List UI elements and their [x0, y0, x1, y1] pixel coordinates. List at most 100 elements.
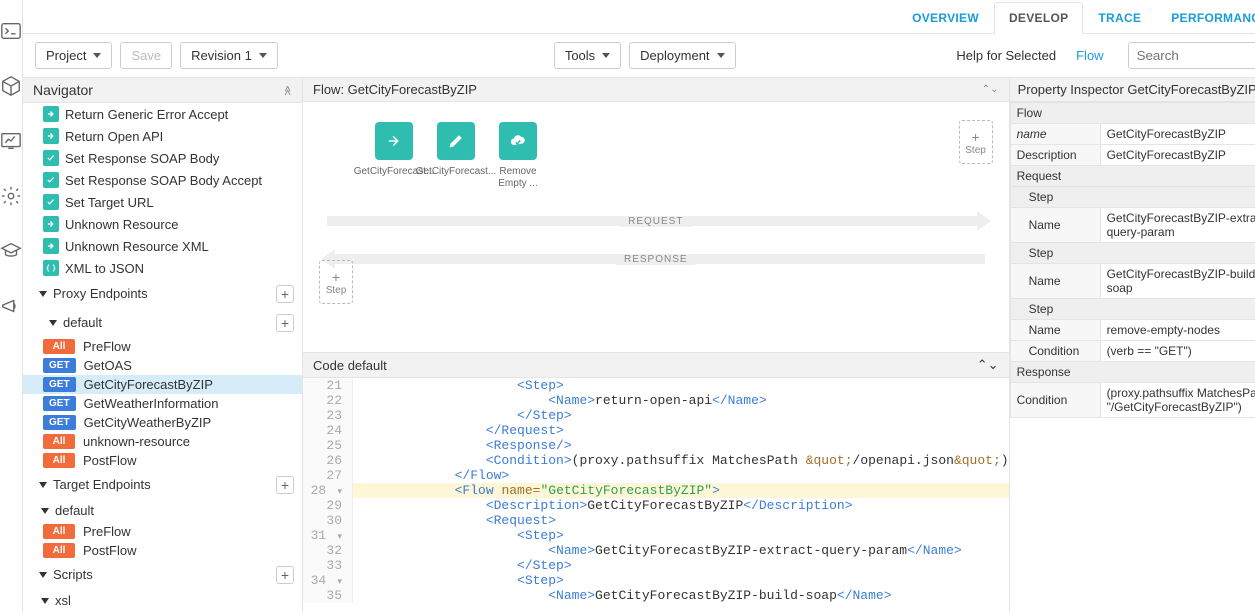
proxy-endpoints-section[interactable]: Proxy Endpoints: [31, 282, 156, 305]
flow-header: Flow: GetCityForecastByZIP ⌃⌄: [303, 78, 1009, 102]
collapse-code-icon[interactable]: ⌃⌄: [977, 357, 999, 373]
code-line[interactable]: 31 ▾ <Step>: [303, 528, 1009, 543]
deployment-menu[interactable]: Deployment: [629, 42, 735, 69]
policy-label: Unknown Resource XML: [65, 239, 209, 254]
analytics-icon[interactable]: [0, 130, 22, 155]
code-line[interactable]: 27 </Flow>: [303, 468, 1009, 483]
save-button[interactable]: Save: [120, 42, 172, 69]
code-line[interactable]: 29 <Description>GetCityForecastByZIP</De…: [303, 498, 1009, 513]
proxy-flow-item[interactable]: GET GetOAS: [23, 356, 302, 375]
code-line[interactable]: 21 <Step>: [303, 378, 1009, 393]
policy-item[interactable]: Set Target URL: [23, 191, 302, 213]
policy-item[interactable]: XML to JSON: [23, 257, 302, 279]
revision-menu[interactable]: Revision 1: [180, 42, 278, 69]
inspector-value: (verb == "GET"): [1100, 341, 1255, 362]
tab-trace[interactable]: TRACE: [1083, 2, 1156, 33]
proxy-flow-item[interactable]: All PostFlow: [23, 451, 302, 470]
code-editor[interactable]: 21 <Step> 22 <Name>return-open-api</Name…: [303, 378, 1009, 612]
add-step-request[interactable]: +Step: [959, 120, 993, 164]
inspector-value: GetCityForecastByZIP-build-soap: [1100, 264, 1255, 299]
add-button[interactable]: +: [276, 476, 294, 494]
code-line[interactable]: 34 ▾ <Step>: [303, 573, 1009, 588]
code-line[interactable]: 35 <Name>GetCityForecastByZIP-build-soap…: [303, 588, 1009, 603]
proxy-flow-item[interactable]: GET GetCityForecastByZIP: [23, 375, 302, 394]
inspector-section: Request: [1010, 166, 1255, 187]
inspector-key: Description: [1010, 145, 1100, 166]
search-input[interactable]: [1128, 42, 1255, 69]
policy-icon: [43, 216, 59, 232]
announce-icon[interactable]: [0, 295, 22, 320]
tab-overview[interactable]: OVERVIEW: [897, 2, 994, 33]
inspector-row: Name GetCityForecastByZIP-build-soap: [1010, 264, 1255, 299]
policy-item[interactable]: Unknown Resource: [23, 213, 302, 235]
proxy-flow-item[interactable]: All PreFlow: [23, 337, 302, 356]
proxy-flow-item[interactable]: All unknown-resource: [23, 432, 302, 451]
policy-item[interactable]: Set Response SOAP Body Accept: [23, 169, 302, 191]
gear-icon[interactable]: [0, 185, 22, 210]
policy-item[interactable]: Unknown Resource XML: [23, 235, 302, 257]
code-line[interactable]: 26 <Condition>(proxy.pathsuffix MatchesP…: [303, 453, 1009, 468]
collapse-flow-icon[interactable]: ⌃⌄: [982, 84, 999, 95]
center-panel: Flow: GetCityForecastByZIP ⌃⌄ GetCityFor…: [303, 78, 1010, 612]
flow-name: PreFlow: [83, 524, 131, 539]
inspector-row: Condition (proxy.pathsuffix MatchesPath …: [1010, 383, 1255, 418]
policy-label: Set Target URL: [65, 195, 154, 210]
proxy-default[interactable]: default: [31, 311, 110, 334]
tab-develop[interactable]: DEVELOP: [994, 2, 1083, 34]
policy-item[interactable]: Return Open API: [23, 125, 302, 147]
inspector-value: GetCityForecastByZIP: [1100, 124, 1255, 145]
code-line[interactable]: 30 <Request>: [303, 513, 1009, 528]
package-icon[interactable]: [0, 75, 22, 100]
target-endpoints-section[interactable]: Target Endpoints: [31, 473, 159, 496]
policy-step[interactable]: GetCityForecast...: [431, 122, 481, 190]
target-default[interactable]: default: [23, 499, 302, 522]
flow-name: unknown-resource: [83, 434, 190, 449]
code-line[interactable]: 33 </Step>: [303, 558, 1009, 573]
inspector-key: Name: [1010, 264, 1100, 299]
method-badge: All: [43, 453, 75, 468]
add-step-response[interactable]: +Step: [319, 260, 353, 304]
add-button[interactable]: +: [276, 566, 294, 584]
code-line[interactable]: 22 <Name>return-open-api</Name>: [303, 393, 1009, 408]
policy-icon: [43, 150, 59, 166]
navigator-header: Navigator ≪: [23, 78, 302, 103]
code-line[interactable]: 28 ▾ <Flow name="GetCityForecastByZIP">: [303, 483, 1009, 498]
proxy-flow-item[interactable]: GET GetCityWeatherByZIP: [23, 413, 302, 432]
target-flow-item[interactable]: All PostFlow: [23, 541, 302, 560]
code-line[interactable]: 24 </Request>: [303, 423, 1009, 438]
policy-label: Unknown Resource: [65, 217, 178, 232]
xsl-folder[interactable]: xsl: [23, 589, 302, 612]
policy-step[interactable]: GetCityForecast...: [369, 122, 419, 190]
inspector-key: Condition: [1010, 383, 1100, 418]
add-button[interactable]: +: [276, 285, 294, 303]
policy-label: Set Response SOAP Body: [65, 151, 219, 166]
flow-name: GetCityWeatherByZIP: [84, 415, 212, 430]
inspector-row: Condition (verb == "GET"): [1010, 341, 1255, 362]
policy-step-icon: [375, 122, 413, 160]
policy-item[interactable]: Return Generic Error Accept: [23, 103, 302, 125]
policy-label: Set Response SOAP Body Accept: [65, 173, 262, 188]
collapse-navigator-icon[interactable]: ≪: [281, 85, 292, 95]
inspector-row: Name remove-empty-nodes: [1010, 320, 1255, 341]
tools-menu[interactable]: Tools: [554, 42, 621, 69]
policy-step[interactable]: RemoveEmpty ...: [493, 122, 543, 190]
inspector-value: GetCityForecastByZIP: [1100, 145, 1255, 166]
flow-help-link[interactable]: Flow: [1076, 48, 1103, 63]
policy-step-icon: [437, 122, 475, 160]
tab-performance[interactable]: PERFORMANCE: [1156, 2, 1255, 33]
add-button[interactable]: +: [276, 314, 294, 332]
code-header: Code default ⌃⌄: [303, 352, 1009, 378]
proxy-flow-item[interactable]: GET GetWeatherInformation: [23, 394, 302, 413]
terminal-icon[interactable]: [0, 20, 22, 45]
inspector-section: Step: [1010, 243, 1255, 264]
scripts-section[interactable]: Scripts: [31, 563, 101, 586]
project-menu[interactable]: Project: [35, 42, 112, 69]
code-line[interactable]: 32 <Name>GetCityForecastByZIP-extract-qu…: [303, 543, 1009, 558]
policy-item[interactable]: Set Response SOAP Body: [23, 147, 302, 169]
policy-step-label: RemoveEmpty ...: [498, 166, 537, 190]
code-line[interactable]: 23 </Step>: [303, 408, 1009, 423]
flow-name: GetOAS: [84, 358, 132, 373]
target-flow-item[interactable]: All PreFlow: [23, 522, 302, 541]
code-line[interactable]: 25 <Response/>: [303, 438, 1009, 453]
learn-icon[interactable]: [0, 240, 22, 265]
